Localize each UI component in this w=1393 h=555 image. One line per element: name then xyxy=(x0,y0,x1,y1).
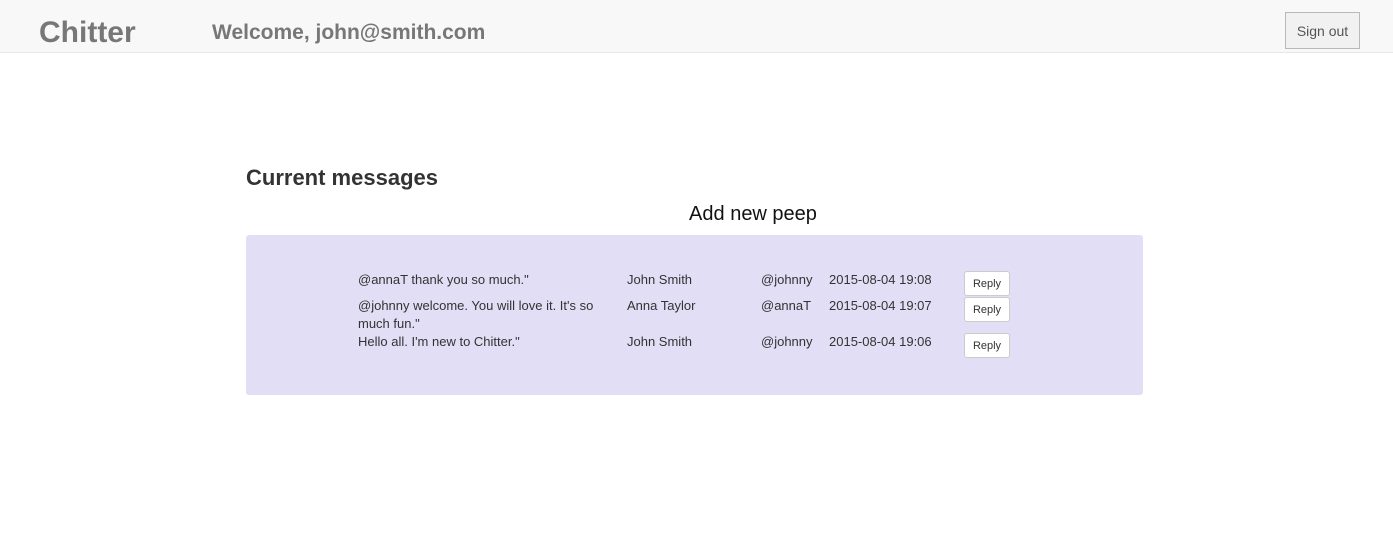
message-author-name: John Smith xyxy=(627,334,693,349)
page-title: Current messages xyxy=(246,165,438,190)
message-author-handle: @johnny xyxy=(761,334,813,349)
welcome-message: Welcome, john@smith.com xyxy=(212,21,486,44)
message-author-handle: @annaT xyxy=(761,298,812,313)
message-text: @johnny welcome. You will love it. It's … xyxy=(358,298,594,331)
top-navbar: Chitter Welcome, john@smith.com Sign out xyxy=(0,0,1393,53)
reply-button[interactable]: Reply xyxy=(964,271,1010,296)
message-timestamp: 2015-08-04 19:08 xyxy=(829,272,932,287)
messages-panel: @annaT thank you so much." John Smith @j… xyxy=(246,235,1143,395)
message-text: Hello all. I'm new to Chitter." xyxy=(358,334,520,349)
brand-logo[interactable]: Chitter xyxy=(39,15,136,51)
sign-out-button[interactable]: Sign out xyxy=(1285,12,1360,49)
reply-button[interactable]: Reply xyxy=(964,333,1010,358)
message-timestamp: 2015-08-04 19:07 xyxy=(829,298,932,313)
message-text: @annaT thank you so much." xyxy=(358,272,529,287)
message-timestamp: 2015-08-04 19:06 xyxy=(829,334,932,349)
message-author-name: Anna Taylor xyxy=(627,298,696,313)
message-author-name: John Smith xyxy=(627,272,693,287)
reply-button[interactable]: Reply xyxy=(964,297,1010,322)
message-author-handle: @johnny xyxy=(761,272,813,287)
add-new-peep-link[interactable]: Add new peep xyxy=(246,200,1260,228)
